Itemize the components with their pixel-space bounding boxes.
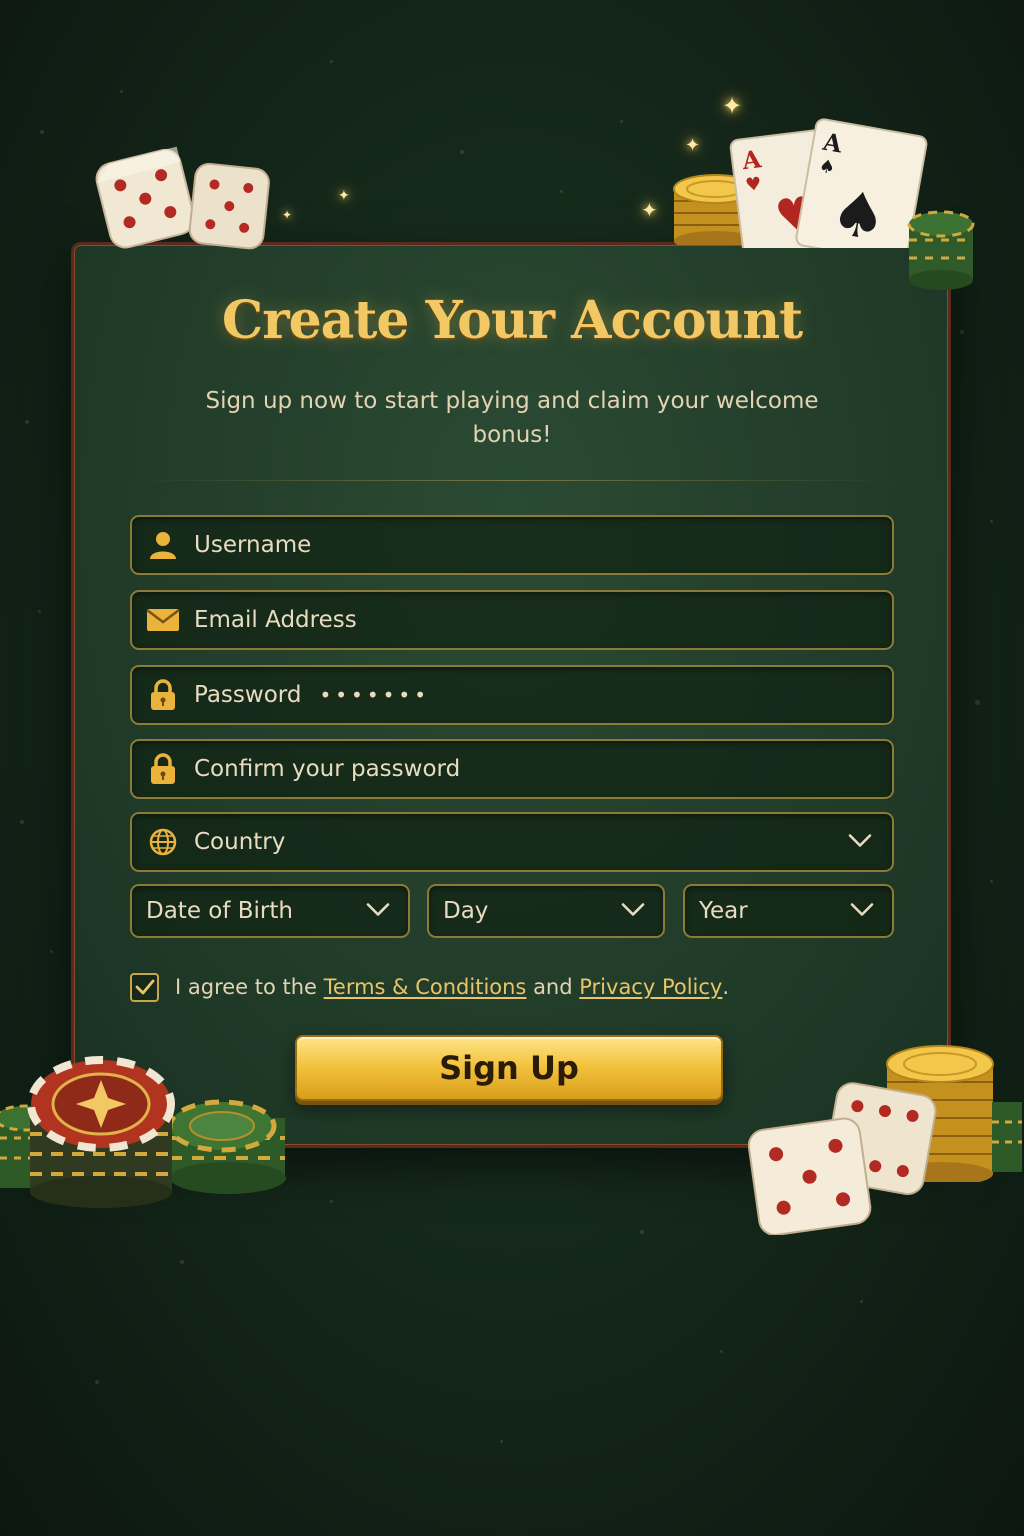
dob-year-select[interactable]: Year	[683, 884, 894, 938]
password-label: Password	[194, 682, 302, 708]
dice-icon	[95, 146, 270, 250]
country-selected-value: Country	[194, 829, 286, 855]
email-field[interactable]: Email Address	[130, 590, 894, 650]
divider	[130, 480, 894, 481]
poker-chip-stack-icon	[0, 1056, 286, 1208]
lock-icon	[132, 667, 194, 723]
confirm-password-field[interactable]: Confirm your password	[130, 739, 894, 799]
page-title: Create Your Account	[221, 290, 803, 351]
sparkle-icon: ✦	[685, 135, 701, 156]
chevron-down-icon	[621, 902, 645, 921]
chevron-down-icon	[850, 902, 874, 921]
terms-middle: and	[526, 975, 580, 999]
username-placeholder: Username	[194, 532, 312, 558]
chevron-down-icon	[848, 833, 872, 852]
terms-checkbox[interactable]	[130, 972, 159, 1002]
email-placeholder: Email Address	[194, 607, 357, 633]
password-field[interactable]: Password •••••••	[130, 665, 894, 725]
card-suit: ♥	[744, 173, 763, 196]
user-icon	[132, 517, 194, 573]
card-suit: ♠	[825, 175, 892, 248]
privacy-link[interactable]: Privacy Policy	[579, 975, 722, 999]
dob-day-value: Day	[443, 898, 489, 924]
sparkle-icon: ✦	[282, 208, 293, 222]
terms-prefix: I agree to the	[175, 975, 324, 999]
dob-month-select[interactable]: Date of Birth	[130, 884, 410, 938]
chevron-down-icon	[366, 902, 390, 921]
poker-chip-icon	[907, 210, 975, 290]
signup-button[interactable]: Sign Up	[295, 1035, 723, 1101]
terms-agreement: I agree to the Terms & Conditions and Pr…	[130, 970, 729, 1004]
dob-day-select[interactable]: Day	[427, 884, 665, 938]
dice-icon	[748, 1082, 937, 1235]
card-rank: A	[740, 144, 763, 175]
dob-year-value: Year	[699, 898, 748, 924]
page-subtitle: Sign up now to start playing and claim y…	[205, 388, 819, 448]
dob-month-value: Date of Birth	[146, 898, 293, 924]
terms-link[interactable]: Terms & Conditions	[324, 975, 527, 999]
sparkle-icon: ✦	[722, 92, 743, 120]
sparkle-icon: ✦	[338, 188, 350, 204]
password-masked-value: •••••••	[319, 683, 431, 707]
envelope-icon	[132, 592, 194, 648]
checkmark-icon	[135, 979, 154, 995]
country-select[interactable]: Country	[130, 812, 894, 872]
confirm-password-placeholder: Confirm your password	[194, 756, 461, 782]
sparkle-icon: ✦	[641, 198, 658, 222]
globe-icon	[132, 814, 194, 870]
lock-icon	[132, 741, 194, 797]
username-field[interactable]: Username	[130, 515, 894, 575]
terms-suffix: .	[722, 975, 730, 999]
